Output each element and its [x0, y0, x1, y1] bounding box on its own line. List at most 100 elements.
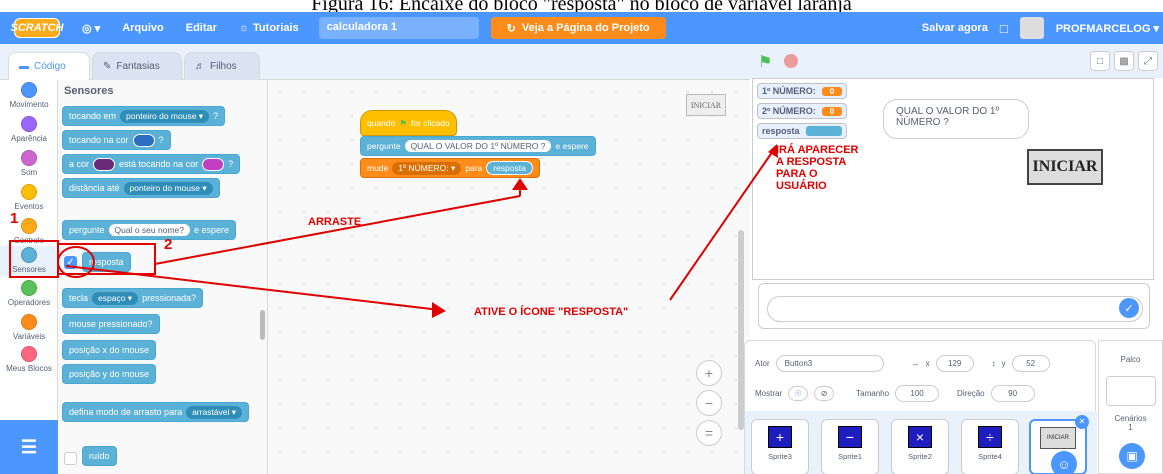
- add-backdrop-button[interactable]: ▣: [1119, 443, 1145, 469]
- category-label: Som: [20, 168, 38, 177]
- block-text: tecla: [69, 293, 89, 303]
- color-swatch[interactable]: [202, 157, 225, 171]
- sprite-name-input[interactable]: Button3: [775, 355, 884, 372]
- block-dropdown[interactable]: ponteiro do mouse ▾: [123, 181, 213, 195]
- category-my-blocks[interactable]: Meus Blocos: [0, 346, 58, 373]
- direction-input[interactable]: 90: [990, 385, 1035, 402]
- picture-icon: ▣: [1126, 449, 1138, 463]
- scratch-logo[interactable]: SCRATCH: [11, 18, 63, 38]
- project-title-input[interactable]: calculadora 1: [318, 17, 479, 39]
- sprite-thumbnail: −: [838, 426, 862, 448]
- delete-sprite-icon[interactable]: ✕: [1075, 415, 1089, 429]
- file-menu[interactable]: Arquivo: [122, 22, 164, 34]
- backdrops-count: 1: [1128, 423, 1133, 432]
- block-color-touching-color[interactable]: a cor está tocando na cor?: [62, 154, 241, 174]
- sprite-tile[interactable]: ÷ Sprite4: [961, 419, 1019, 474]
- block-text: e espere: [194, 225, 230, 235]
- hide-icon[interactable]: ⊘: [814, 386, 835, 401]
- tab-code[interactable]: ▬ Código: [8, 52, 90, 80]
- zoom-reset-button[interactable]: =: [696, 420, 722, 446]
- category-sensing[interactable]: Sensores: [0, 246, 58, 276]
- category-label: Sensores: [12, 265, 46, 274]
- fullscreen-icon[interactable]: ⤢: [1138, 51, 1158, 71]
- color-swatch[interactable]: [93, 157, 116, 171]
- annotation-line: USUÁRIO: [776, 180, 827, 192]
- block-text: a cor: [69, 159, 90, 169]
- direction-label: Direção: [957, 389, 985, 398]
- block-key-pressed[interactable]: tecla espaço ▾ pressionada?: [62, 288, 204, 308]
- block-when-flag-clicked[interactable]: quando ⚑ for clicado: [360, 110, 457, 136]
- block-mouse-down[interactable]: mouse pressionado?: [62, 314, 160, 334]
- answer-input[interactable]: [767, 296, 1143, 322]
- variable-dropdown[interactable]: 1º NÚMERO: ▾: [392, 161, 462, 175]
- block-set-drag-mode[interactable]: defina modo de arrasto para arrastável ▾: [62, 402, 250, 422]
- answer-reporter[interactable]: resposta: [486, 161, 533, 175]
- block-ask-and-wait[interactable]: pergunte Qual o seu nome? e espere: [62, 220, 237, 240]
- add-extension-button[interactable]: ☰: [0, 420, 58, 474]
- green-flag-icon[interactable]: ⚑: [758, 52, 776, 71]
- language-menu[interactable]: ◎ ▾: [82, 22, 100, 35]
- sprite-tile[interactable]: + Sprite3: [751, 419, 809, 474]
- size-input[interactable]: 100: [895, 385, 940, 402]
- category-events[interactable]: Eventos: [0, 184, 58, 211]
- block-mouse-y[interactable]: posição y do mouse: [62, 364, 157, 384]
- block-text: posição y do mouse: [69, 369, 150, 379]
- block-dropdown[interactable]: espaço ▾: [92, 291, 139, 305]
- start-sprite-button[interactable]: INICIAR: [1027, 149, 1103, 185]
- loudness-checkbox[interactable]: [64, 452, 77, 465]
- category-operators[interactable]: Operadores: [0, 280, 58, 307]
- block-dropdown[interactable]: arrastável ▾: [186, 405, 243, 419]
- tutorials-menu[interactable]: ☼ Tutoriais: [239, 22, 299, 34]
- block-loudness[interactable]: ruído: [82, 446, 117, 466]
- category-motion[interactable]: Movimento: [0, 82, 58, 109]
- monitor-first-number: 1º NÚMERO: 0: [757, 83, 848, 99]
- sprite-tile[interactable]: × Sprite2: [891, 419, 949, 474]
- tab-sounds[interactable]: ♬ Filhos: [184, 52, 260, 80]
- monitor-value: 0: [821, 86, 843, 96]
- editor-tabs: ▬ Código ✎ Fantasias ♬ Filhos: [0, 44, 750, 80]
- submit-answer-button[interactable]: ✓: [1119, 298, 1139, 318]
- stage-thumbnail[interactable]: [1105, 376, 1156, 406]
- stop-icon[interactable]: [784, 54, 798, 68]
- block-touching-color[interactable]: tocando na cor?: [62, 130, 171, 150]
- block-mouse-x[interactable]: posição x do mouse: [62, 340, 157, 360]
- category-variables[interactable]: Variáveis: [0, 314, 58, 341]
- category-control[interactable]: Controle: [0, 218, 58, 245]
- zoom-out-button[interactable]: −: [696, 390, 722, 416]
- block-dropdown[interactable]: ponteiro do mouse ▾: [120, 109, 210, 123]
- category-dot-icon: [21, 247, 37, 263]
- show-visible-icon[interactable]: ☉: [788, 386, 809, 401]
- see-project-page-button[interactable]: ↻ Veja a Página do Projeto: [490, 17, 666, 39]
- category-sound[interactable]: Som: [0, 150, 58, 177]
- annotation-line: PARA O: [776, 168, 818, 180]
- code-workspace[interactable]: INICIAR quando ⚑ for clicado pergunte QUAL …: [268, 80, 750, 474]
- size-label: Tamanho: [856, 389, 890, 398]
- block-input[interactable]: QUAL O VALOR DO 1º NÚMERO ?: [404, 140, 552, 152]
- zoom-in-button[interactable]: +: [696, 360, 722, 386]
- category-dot-icon: [21, 346, 37, 362]
- block-set-variable[interactable]: mude 1º NÚMERO: ▾ para resposta: [360, 158, 540, 178]
- edit-menu[interactable]: Editar: [186, 22, 217, 34]
- backdrops-label: Cenários: [1114, 414, 1147, 423]
- folder-icon[interactable]: □: [1000, 21, 1008, 36]
- block-distance-to[interactable]: distância até ponteiro do mouse ▾: [62, 178, 220, 198]
- tab-costumes[interactable]: ✎ Fantasias: [92, 52, 182, 80]
- block-ask-and-wait-placed[interactable]: pergunte QUAL O VALOR DO 1º NÚMERO ? e esp…: [360, 136, 596, 156]
- add-sprite-button[interactable]: ☺: [1051, 451, 1077, 474]
- large-stage-icon[interactable]: ▩: [1114, 51, 1134, 71]
- username-menu[interactable]: PROFMARCELOG ▾: [1056, 22, 1159, 35]
- block-input[interactable]: Qual o seu nome?: [108, 224, 190, 236]
- x-input[interactable]: 129: [935, 355, 974, 372]
- y-input[interactable]: 52: [1011, 355, 1050, 372]
- color-swatch[interactable]: [132, 133, 155, 147]
- palette-scrollbar[interactable]: [260, 310, 265, 340]
- block-touching[interactable]: tocando em ponteiro do mouse ▾?: [62, 106, 226, 126]
- answer-checkbox[interactable]: ✓: [64, 256, 77, 269]
- avatar[interactable]: [1019, 17, 1044, 39]
- small-stage-icon[interactable]: □: [1090, 51, 1110, 71]
- save-now-button[interactable]: Salvar agora: [922, 22, 988, 34]
- sprite-tile[interactable]: − Sprite1: [821, 419, 879, 474]
- block-answer[interactable]: resposta: [82, 252, 131, 272]
- stage-target-pane[interactable]: Palco Cenários 1 ▣: [1098, 340, 1163, 474]
- category-looks[interactable]: Aparência: [0, 116, 58, 143]
